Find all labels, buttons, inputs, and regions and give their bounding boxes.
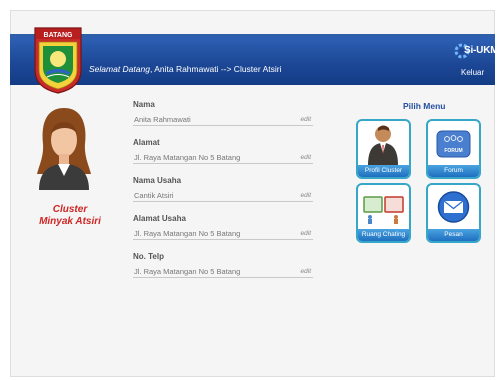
welcome-greeting: Selamat Datang	[89, 64, 150, 74]
edit-link[interactable]: edit	[301, 116, 311, 123]
field-label: Nama Usaha	[133, 176, 182, 185]
menu-profil-cluster[interactable]: Profil Cluster	[356, 119, 411, 179]
envelope-icon	[428, 185, 479, 229]
field-value: Jl. Raya Matangan No 5 Batang	[134, 153, 241, 162]
edit-link[interactable]: edit	[301, 154, 311, 161]
field-nama-usaha: Nama Usaha Cantik Atsiri edit	[133, 176, 313, 202]
cluster-name: Cluster Minyak Atsiri	[25, 204, 115, 228]
field-value-row[interactable]: Cantik Atsiri edit	[133, 191, 313, 202]
tile-caption: Ruang Chating	[358, 229, 409, 241]
menu-title: Pilih Menu	[403, 101, 446, 111]
field-alamat: Alamat Jl. Raya Matangan No 5 Batang edi…	[133, 138, 313, 164]
logo-text: BATANG	[44, 32, 73, 39]
edit-link[interactable]: edit	[301, 268, 311, 275]
cluster-name-line2: Minyak Atsiri	[39, 216, 101, 227]
welcome-message: Selamat Datang, Anita Rahmawati --> Clus…	[89, 64, 282, 74]
field-value: Cantik Atsiri	[134, 191, 174, 200]
person-icon	[358, 121, 409, 165]
field-label: Alamat	[133, 138, 160, 147]
tile-caption: Forum	[428, 165, 479, 177]
field-value-row[interactable]: Jl. Raya Matangan No 5 Batang edit	[133, 267, 313, 278]
forum-icon-text: FORUM	[444, 148, 462, 154]
field-value: Jl. Raya Matangan No 5 Batang	[134, 229, 241, 238]
tile-caption: Profil Cluster	[358, 165, 409, 177]
chat-icon	[358, 185, 409, 229]
forum-icon: FORUM	[428, 121, 479, 165]
menu-forum[interactable]: FORUM Forum	[426, 119, 481, 179]
brand-name: Si-UKM	[464, 45, 499, 56]
field-label: Nama	[133, 100, 155, 109]
brand-logo: Si-UKM	[452, 41, 499, 67]
edit-link[interactable]: edit	[301, 230, 311, 237]
cluster-name-line1: Cluster	[52, 204, 88, 215]
field-nama: Nama Anita Rahmawati edit	[133, 100, 313, 126]
menu-ruang-chating[interactable]: Ruang Chating	[356, 183, 411, 243]
field-label: Alamat Usaha	[133, 214, 186, 223]
menu-pesan[interactable]: Pesan	[426, 183, 481, 243]
batang-logo: BATANG	[33, 26, 83, 94]
field-value-row[interactable]: Jl. Raya Matangan No 5 Batang edit	[133, 153, 313, 164]
field-label: No. Telp	[133, 252, 164, 261]
tile-caption: Pesan	[428, 229, 479, 241]
field-no-telp: No. Telp Jl. Raya Matangan No 5 Batang e…	[133, 252, 313, 278]
field-value: Anita Rahmawati	[134, 115, 191, 124]
field-value-row[interactable]: Jl. Raya Matangan No 5 Batang edit	[133, 229, 313, 240]
field-value-row[interactable]: Anita Rahmawati edit	[133, 115, 313, 126]
welcome-user: , Anita Rahmawati --> Cluster Atsiri	[149, 64, 282, 74]
edit-link[interactable]: edit	[301, 192, 311, 199]
field-alamat-usaha: Alamat Usaha Jl. Raya Matangan No 5 Bata…	[133, 214, 313, 240]
user-avatar	[33, 104, 95, 190]
field-value: Jl. Raya Matangan No 5 Batang	[134, 267, 241, 276]
logout-button[interactable]: Keluar	[461, 68, 484, 77]
